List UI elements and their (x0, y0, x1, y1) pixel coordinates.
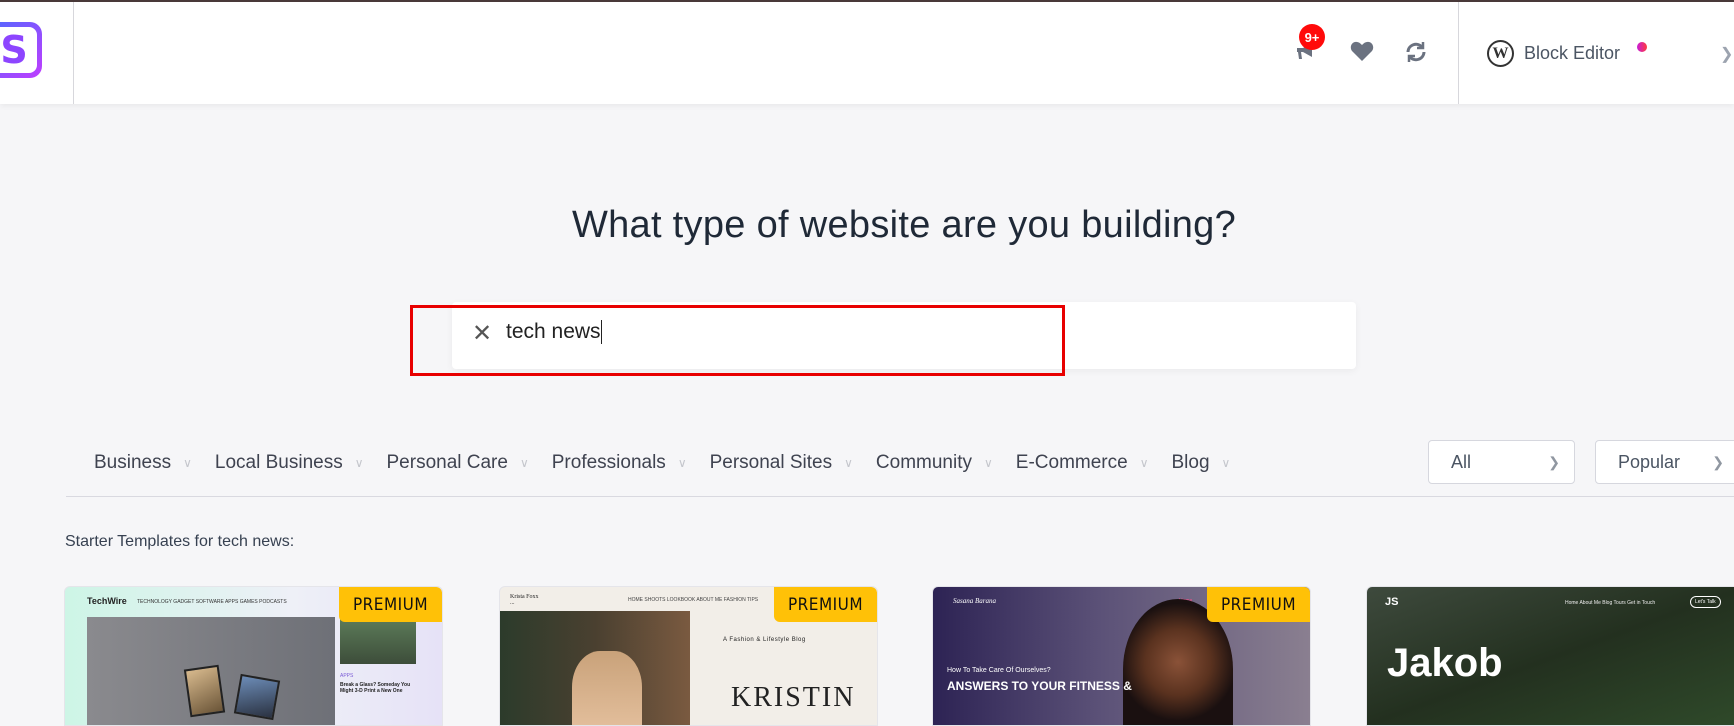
refresh-icon[interactable] (1404, 40, 1428, 68)
chevron-down-icon: ∨ (1221, 456, 1231, 470)
category-label: Personal Sites (709, 452, 833, 473)
status-dot (1637, 42, 1647, 52)
category-nav: Business ∨ Local Business ∨ Personal Care ∨… (94, 452, 1253, 474)
template-nav: TECHNOLOGY GADGET SOFTWARE APPS GAMES PO… (137, 599, 287, 605)
chevron-down-icon: ∨ (1139, 456, 1149, 470)
template-hero-image (500, 611, 690, 725)
template-headline: Jakob (1387, 641, 1503, 685)
template-tag: APPS (340, 673, 354, 679)
chevron-down-icon: ∨ (183, 456, 192, 470)
category-professionals[interactable]: Professionals ∨ (552, 452, 687, 474)
template-card-fitness[interactable]: Sasana Barana Home How To Take Care Of O… (932, 586, 1311, 726)
sort-value: Popular (1618, 451, 1681, 472)
category-label: Business (94, 452, 172, 473)
template-headline: KRISTIN (731, 682, 856, 713)
template-nav: Home About Me Blog Tours Get in Touch (1565, 600, 1656, 606)
app-logo[interactable]: S (0, 22, 42, 78)
category-personal-sites[interactable]: Personal Sites ∨ (710, 452, 853, 474)
notification-badge: 9+ (1299, 24, 1325, 50)
template-card-jakob[interactable]: JS Home About Me Blog Tours Get in Touch… (1366, 586, 1734, 726)
category-label: Local Business (214, 452, 343, 473)
template-tagline: A Fashion & Lifestyle Blog (723, 637, 806, 643)
chevron-down-icon[interactable]: ❯ (1720, 44, 1733, 64)
template-hero-image (87, 617, 335, 725)
logo-letter-s-icon: S (0, 27, 37, 73)
category-community[interactable]: Community ∨ (876, 452, 993, 474)
category-e-commerce[interactable]: E-Commerce ∨ (1016, 452, 1149, 474)
chevron-down-icon: ∨ (844, 456, 853, 470)
editor-selector-label[interactable]: Block Editor (1524, 43, 1620, 64)
chevron-down-icon: ∨ (677, 456, 687, 470)
category-blog[interactable]: Blog ∨ (1172, 452, 1231, 474)
type-filter-select[interactable]: All ❯ (1428, 440, 1575, 484)
type-filter-value: All (1451, 451, 1472, 472)
template-card-techwire[interactable]: TechWire TECHNOLOGY GADGET SOFTWARE APPS… (64, 586, 443, 726)
wordpress-icon: W (1487, 40, 1514, 67)
template-tagline: How To Take Care Of Ourselves? (947, 667, 1051, 674)
model-image (572, 651, 642, 725)
chevron-down-icon: ∨ (354, 456, 364, 470)
template-logo: Sasana Barana (953, 597, 996, 605)
category-label: Personal Care (386, 452, 508, 473)
heart-icon[interactable] (1350, 40, 1374, 66)
template-logo: JS (1385, 596, 1399, 608)
category-label: Professionals (551, 452, 666, 473)
template-headline: ANSWERS TO YOUR FITNESS & (947, 679, 1132, 693)
premium-badge: PREMIUM (339, 587, 442, 622)
category-label: Community (875, 452, 972, 473)
header-divider (73, 2, 74, 104)
page-title: What type of website are you building? (571, 204, 1237, 246)
search-input-value: tech news (506, 320, 601, 343)
premium-badge: PREMIUM (1207, 587, 1310, 622)
template-card-kristin[interactable]: Krista Foxx ... HOME SHOOTS LOOKBOOK ABO… (499, 586, 878, 726)
results-label: Starter Templates for tech news: (65, 533, 295, 550)
top-header: S 9+ W Block Editor ❯ (0, 2, 1734, 104)
category-local-business[interactable]: Local Business ∨ (215, 452, 364, 474)
lets-talk-button: Let's Talk (1690, 596, 1721, 608)
divider (66, 496, 1734, 497)
tablet-image (233, 673, 281, 721)
close-icon[interactable]: ✕ (472, 322, 492, 346)
category-label: E-Commerce (1015, 452, 1128, 473)
text-caret (600, 320, 602, 345)
sort-select[interactable]: Popular ❯ (1595, 440, 1734, 484)
laptop-image (183, 664, 226, 718)
template-logo: TechWire (87, 596, 127, 606)
category-label: Blog (1171, 452, 1210, 473)
search-input[interactable]: tech news (506, 320, 1006, 345)
chevron-down-icon: ❯ (1548, 453, 1560, 470)
chevron-down-icon: ∨ (984, 456, 993, 470)
template-nav: HOME SHOOTS LOOKBOOK ABOUT ME FASHION TI… (628, 597, 759, 603)
category-business[interactable]: Business ∨ (94, 452, 192, 474)
template-side-image (340, 617, 416, 664)
template-headline: Break a Glass? Someday You Might 3-D Pri… (340, 682, 411, 694)
header-divider (1458, 2, 1459, 104)
template-logo: Krista Foxx ... (510, 594, 539, 606)
chevron-down-icon: ∨ (519, 456, 529, 470)
premium-badge: PREMIUM (774, 587, 877, 622)
chevron-down-icon: ❯ (1712, 453, 1724, 470)
category-personal-care[interactable]: Personal Care ∨ (387, 452, 529, 474)
